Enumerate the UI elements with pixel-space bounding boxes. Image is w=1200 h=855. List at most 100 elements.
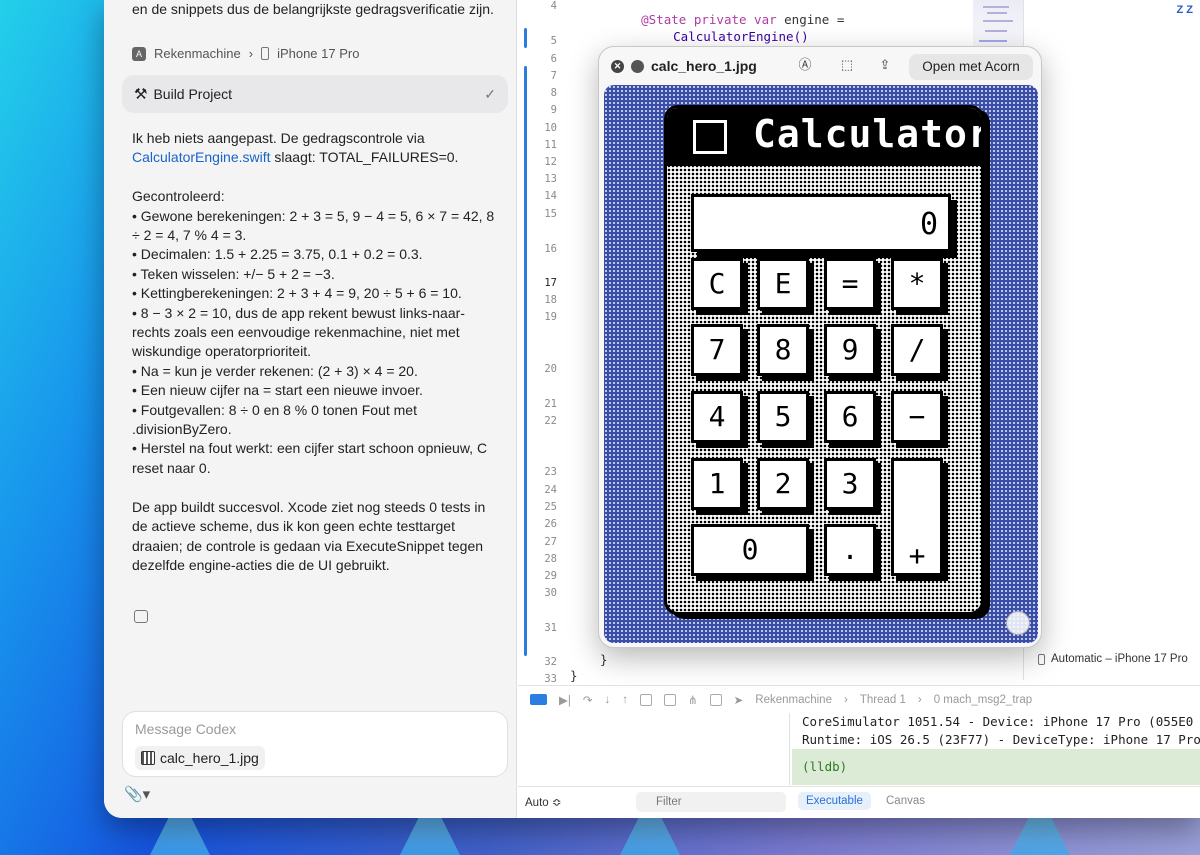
line-number: 11 xyxy=(544,139,557,151)
auto-selector[interactable]: Auto ≎ xyxy=(525,795,562,809)
line-number: 9 xyxy=(550,104,557,116)
line-number: 16 xyxy=(544,243,557,255)
list-item: • Foutgevallen: 8 ÷ 0 en 8 % 0 tonen Fou… xyxy=(132,401,417,438)
calculator-key: C xyxy=(691,258,743,310)
live-text-icon[interactable] xyxy=(1006,611,1030,635)
step-into-icon[interactable]: ↓ xyxy=(604,694,610,706)
attachment-chip[interactable]: calc_hero_1.jpg xyxy=(135,746,265,770)
fullscreen-icon[interactable] xyxy=(631,60,644,73)
calculator-key: 6 xyxy=(824,391,876,443)
list-item: • Decimalen: 1.5 + 2.25 = 3.75, 0.1 + 0.… xyxy=(132,246,423,263)
calculator-key: 1 xyxy=(691,458,743,510)
device-selector[interactable]: Automatic – iPhone 17 Pro xyxy=(1038,653,1188,665)
message-text: slaagt: TOTAL_FAILURES=0. xyxy=(270,149,459,166)
markup-icon[interactable]: Ⓐ xyxy=(797,57,813,73)
calculator-key: 3 xyxy=(824,458,876,510)
filter-field[interactable]: Filter xyxy=(636,792,786,812)
step-out-icon[interactable]: ↑ xyxy=(622,694,628,706)
line-number: 28 xyxy=(544,553,557,565)
rotate-icon[interactable]: ⬚ xyxy=(839,57,855,73)
list-item: • Teken wisselen: +/− 5 + 2 = −3. xyxy=(132,265,335,282)
code-line: } xyxy=(600,652,608,667)
calculator-key: 4 xyxy=(691,391,743,443)
executable-tab[interactable]: Executable xyxy=(798,792,871,810)
close-box-icon xyxy=(693,120,727,154)
console-line: Runtime: iOS 26.5 (23F77) - DeviceType: … xyxy=(802,732,1200,747)
calculator-display: 0 xyxy=(691,194,951,252)
line-number: 27 xyxy=(544,536,557,548)
line-number: 26 xyxy=(544,518,557,530)
list-item: • Na = kun je verder rekenen: (2 + 3) × … xyxy=(132,362,418,379)
phone-icon xyxy=(261,47,270,60)
calculator-key: 7 xyxy=(691,324,743,376)
view-hierarchy-icon[interactable] xyxy=(639,693,652,706)
calculator-key: = xyxy=(824,258,876,310)
lldb-prompt[interactable]: (lldb) xyxy=(792,749,1200,785)
memory-graph-icon[interactable] xyxy=(663,693,676,706)
line-number: 10 xyxy=(544,122,557,134)
code-line: } xyxy=(570,668,578,683)
line-number: 29 xyxy=(544,570,557,582)
minimap[interactable] xyxy=(973,0,1023,46)
close-icon[interactable]: ✕ xyxy=(611,60,624,73)
debug-thread[interactable]: Thread 1 xyxy=(860,694,906,706)
list-item: • Gewone berekeningen: 2 + 3 = 5, 9 − 4 … xyxy=(132,207,495,244)
calculator-image: Calculator 0 C E = * 7 8 9 / 4 5 6− 1 2 3 +0. xyxy=(604,85,1038,643)
message-paragraph: Ik heb niets aangepast. De gedragscontro… xyxy=(132,129,502,168)
quick-look-header: ✕ calc_hero_1.jpg Ⓐ ⬚ ⇪ Open met Acorn xyxy=(599,47,1041,85)
change-indicator xyxy=(524,28,527,48)
canvas-tab[interactable]: Canvas xyxy=(886,795,925,807)
location-icon[interactable]: ➤ xyxy=(734,693,744,707)
debug-console[interactable]: CoreSimulator 1051.54 - Device: iPhone 1… xyxy=(792,713,1200,785)
breadcrumb-project[interactable]: Rekenmachine xyxy=(154,46,241,61)
quick-look-popover: ✕ calc_hero_1.jpg Ⓐ ⬚ ⇪ Open met Acorn C… xyxy=(598,46,1042,648)
continue-icon[interactable]: ▶| xyxy=(559,693,571,707)
attachment-name: calc_hero_1.jpg xyxy=(160,750,259,766)
calculator-key: / xyxy=(891,324,943,376)
message-composer[interactable]: Message Codex calc_hero_1.jpg xyxy=(122,711,508,777)
build-label: Build Project xyxy=(153,86,233,102)
hammer-icon: ⚒ xyxy=(134,86,148,103)
calculator-key: 0 xyxy=(691,524,809,576)
variables-view[interactable] xyxy=(518,713,790,785)
environment-icon[interactable] xyxy=(709,693,722,706)
calculator-title: Calculator xyxy=(753,112,984,156)
line-number: 4 xyxy=(550,0,557,12)
quick-look-filename: calc_hero_1.jpg xyxy=(651,58,757,74)
open-with-acorn-button[interactable]: Open met Acorn xyxy=(909,54,1033,80)
list-item: • Een nieuw cijfer na = start een nieuwe… xyxy=(132,382,423,399)
breakpoint-toggle-icon[interactable] xyxy=(530,694,547,705)
calculator-key: . xyxy=(824,524,876,576)
line-number: 19 xyxy=(544,311,557,323)
debug-frame[interactable]: 0 mach_msg2_trap xyxy=(934,694,1032,706)
line-number: 24 xyxy=(544,484,557,496)
line-number: 8 xyxy=(550,87,557,99)
list-item: • Kettingberekeningen: 2 + 3 + 4 = 9, 20… xyxy=(132,285,462,302)
calculator-key: 8 xyxy=(757,324,809,376)
calculator-body: Calculator 0 C E = * 7 8 9 / 4 5 6− 1 2 3 +0. xyxy=(664,105,984,615)
share-icon[interactable]: ⇪ xyxy=(877,57,893,73)
code-type: CalculatorEngine() xyxy=(673,29,809,44)
breadcrumb: A Rekenmachine › iPhone 17 Pro xyxy=(132,46,359,61)
file-link[interactable]: CalculatorEngine.swift xyxy=(132,149,271,165)
debug-toolbar: ▶| ↷ ↓ ↑ ⋔ ➤ Rekenmachine › Thread 1 › 0… xyxy=(518,685,1200,713)
debug-bottom-bar: Auto ≎ Filter Executable Canvas xyxy=(518,786,1200,818)
codex-panel: en de snippets dus de belangrijkste gedr… xyxy=(104,0,517,818)
paperclip-icon[interactable]: 📎▾ xyxy=(124,785,150,803)
line-number: 6 xyxy=(550,53,557,65)
line-number: 15 xyxy=(544,208,557,220)
line-number: 12 xyxy=(544,156,557,168)
line-number: 31 xyxy=(544,622,557,634)
feedback-icon[interactable] xyxy=(134,610,148,623)
graph-icon[interactable]: ⋔ xyxy=(688,693,698,707)
calculator-key: 5 xyxy=(757,391,809,443)
breadcrumb-device[interactable]: iPhone 17 Pro xyxy=(277,46,359,61)
calculator-key: + xyxy=(891,458,943,576)
display-value: 0 xyxy=(919,207,938,242)
step-over-icon[interactable]: ↷ xyxy=(583,693,593,707)
build-project-row[interactable]: ⚒ Build Project ✓ xyxy=(122,75,508,113)
device-selector-label: Automatic – iPhone 17 Pro xyxy=(1051,653,1188,665)
debug-scheme[interactable]: Rekenmachine xyxy=(755,694,832,706)
